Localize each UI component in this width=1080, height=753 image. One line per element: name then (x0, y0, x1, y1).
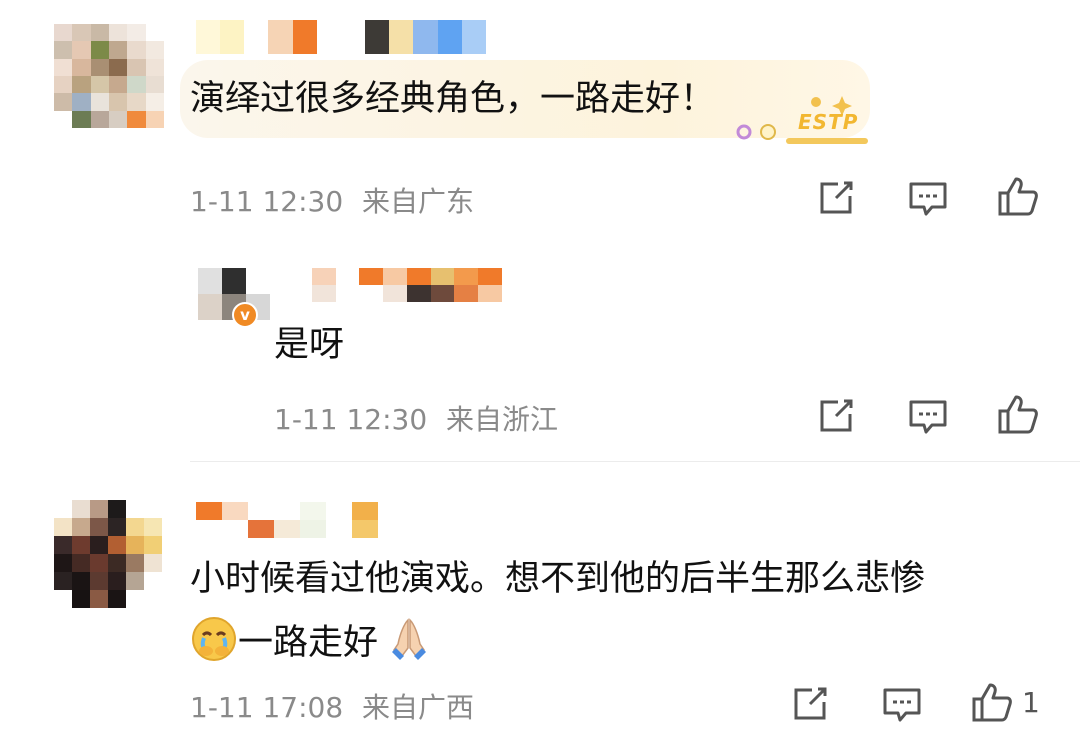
thumbs-up-icon (998, 177, 1038, 216)
comment-icon (909, 400, 947, 434)
avatar[interactable] (54, 500, 162, 608)
avatar[interactable] (54, 24, 164, 128)
comment-icon (883, 688, 921, 722)
comment-time: 1-11 12:30 (190, 185, 344, 218)
comment-text: 是呀 (274, 325, 345, 365)
share-icon (820, 399, 853, 432)
comment-time: 1-11 17:08 (190, 691, 344, 724)
like-button[interactable] (996, 392, 1040, 436)
comment-text: 演绎过很多经典角色，一路走好！ (190, 79, 716, 119)
reply-button[interactable] (906, 394, 950, 438)
comment-meta: 1-11 12:30 来自浙江 (274, 398, 558, 438)
username[interactable] (196, 502, 378, 538)
share-button[interactable] (788, 682, 832, 726)
like-button[interactable] (970, 680, 1014, 724)
comment-text-line-1: 小时候看过他演戏。想不到他的后半生那么悲惨 (190, 559, 926, 599)
comment-text: 一路走好 (238, 623, 379, 663)
reply-button[interactable] (880, 682, 924, 726)
share-button[interactable] (814, 176, 858, 220)
comment-meta: 1-11 17:08 来自广西 (190, 686, 474, 726)
comment-text-line-2: 一路走好 (190, 614, 434, 674)
comment-icon (909, 182, 947, 216)
share-icon (820, 181, 853, 214)
thumbs-up-icon (998, 395, 1038, 434)
comment-location: 来自广东 (362, 185, 475, 218)
share-button[interactable] (814, 394, 858, 438)
thumbs-up-icon (972, 683, 1012, 722)
username[interactable] (196, 20, 486, 54)
share-icon (794, 687, 827, 720)
crying-face-icon (190, 615, 238, 673)
username[interactable] (288, 268, 502, 302)
comment-location: 来自广西 (362, 691, 475, 724)
folded-hands-icon (384, 614, 434, 674)
comment-time: 1-11 12:30 (274, 403, 428, 436)
divider (190, 461, 1080, 462)
bubble-badge: ESTP (724, 92, 874, 150)
verified-icon: v (232, 302, 258, 328)
badge-label: ESTP (798, 110, 859, 134)
like-button[interactable] (996, 174, 1040, 218)
like-count: 1 (1022, 686, 1040, 719)
reply-button[interactable] (906, 176, 950, 220)
comment-meta: 1-11 12:30 来自广东 (190, 180, 474, 220)
comment-location: 来自浙江 (446, 403, 559, 436)
